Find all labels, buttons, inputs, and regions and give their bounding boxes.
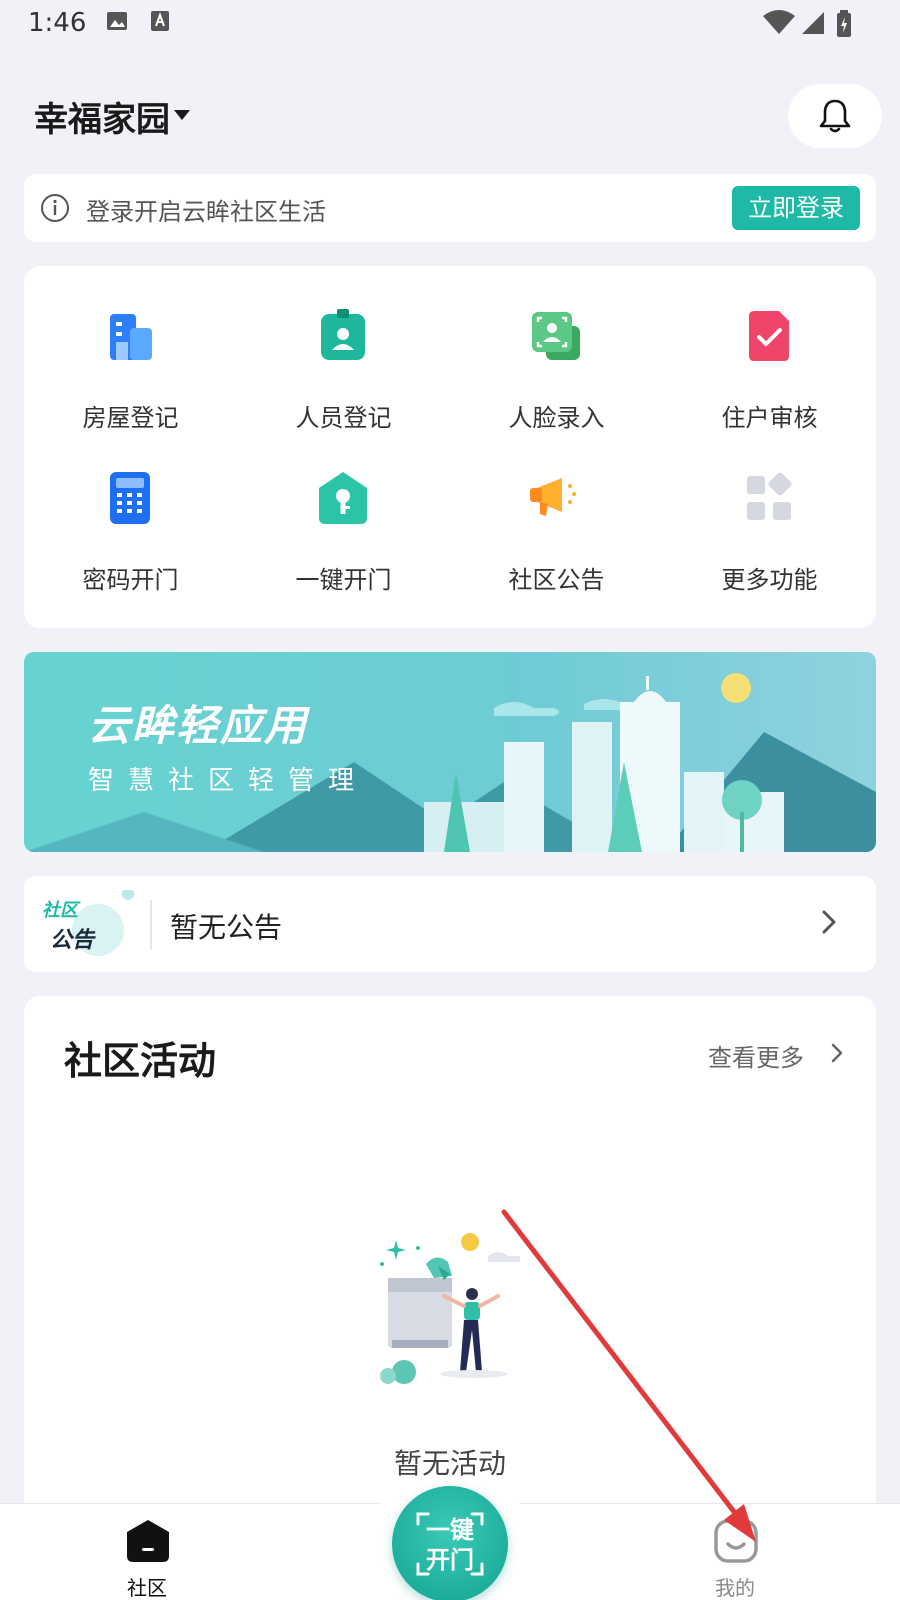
chevron-right-icon — [822, 910, 836, 934]
dropdown-caret-icon[interactable] — [174, 110, 190, 120]
tab-label: 社区 — [127, 1576, 167, 1600]
tab-label: 我的 — [715, 1576, 755, 1600]
announcement-text: 暂无公告 — [170, 911, 283, 944]
grid-item-community-announcement[interactable]: 社区公告 — [450, 468, 663, 618]
grid-item-password-door[interactable]: 密码开门 — [24, 468, 237, 618]
status-bar: 1:46 — [0, 0, 900, 52]
tab-community[interactable]: 社区 — [87, 1504, 207, 1600]
login-button[interactable]: 立即登录 — [732, 186, 860, 230]
grid-item-one-key-door[interactable]: 一键开门 — [237, 468, 450, 618]
activities-title: 社区活动 — [64, 1039, 217, 1083]
keypad-icon — [110, 472, 150, 524]
check-document-icon — [749, 311, 789, 361]
badge-line2: 公告 — [50, 928, 95, 953]
grid-item-person-registration[interactable]: 人员登记 — [237, 306, 450, 456]
promo-banner[interactable]: 云眸轻应用 智慧社区轻管理 — [24, 652, 876, 852]
megaphone-icon — [530, 478, 576, 516]
grid-item-resident-review[interactable]: 住户审核 — [663, 306, 876, 456]
badge-line1: 社区 — [42, 900, 78, 921]
annotation-arrow — [501, 1209, 756, 1542]
battery-icon — [837, 10, 851, 37]
login-prompt: 登录开启云眸社区生活 — [86, 198, 326, 226]
function-grid: 房屋登记 人员登记 人脸录入 住户审核 密码开门 一键开门 社区公告 更多功能 — [24, 266, 876, 628]
login-banner: 登录开启云眸社区生活 立即登录 — [24, 174, 876, 242]
announcement-badge: 社区 公告 — [40, 890, 140, 958]
grid-label: 社区公告 — [508, 566, 605, 594]
info-icon — [41, 194, 69, 222]
divider — [150, 900, 152, 950]
one-key-open-door-button[interactable]: 一键 开门 — [392, 1486, 508, 1600]
status-time: 1:46 — [28, 8, 87, 38]
key-icon — [319, 472, 367, 524]
grid-label: 更多功能 — [721, 566, 818, 594]
text-notification-icon — [151, 11, 169, 31]
grid-label: 房屋登记 — [82, 404, 179, 432]
view-more-link[interactable]: 查看更多 — [708, 1038, 804, 1073]
more-grid-icon — [747, 472, 792, 520]
bell-icon — [819, 99, 851, 133]
notification-button[interactable] — [788, 84, 882, 148]
chevron-right-icon[interactable] — [830, 1042, 844, 1064]
face-scan-icon — [532, 312, 580, 360]
grid-item-house-registration[interactable]: 房屋登记 — [24, 306, 237, 456]
promo-subtitle: 智慧社区轻管理 — [88, 766, 369, 796]
grid-item-face-enrollment[interactable]: 人脸录入 — [450, 306, 663, 456]
grid-label: 一键开门 — [295, 566, 392, 594]
grid-label: 人员登记 — [295, 404, 392, 432]
announcement-bar[interactable]: 社区 公告 暂无公告 — [24, 876, 876, 972]
signal-icon — [802, 12, 824, 34]
community-selector[interactable]: 幸福家园 — [34, 92, 170, 141]
fab-line2: 开门 — [426, 1546, 474, 1574]
building-icon — [110, 314, 152, 360]
image-notification-icon — [107, 12, 127, 30]
grid-label: 人脸录入 — [508, 404, 605, 432]
wifi-icon — [763, 10, 795, 34]
grid-item-more-functions[interactable]: 更多功能 — [663, 468, 876, 618]
grid-label: 密码开门 — [82, 566, 179, 594]
grid-label: 住户审核 — [721, 404, 818, 432]
fab-line1: 一键 — [426, 1516, 474, 1544]
person-badge-icon — [321, 309, 365, 360]
promo-title: 云眸轻应用 — [88, 701, 309, 750]
home-icon — [127, 1520, 169, 1562]
